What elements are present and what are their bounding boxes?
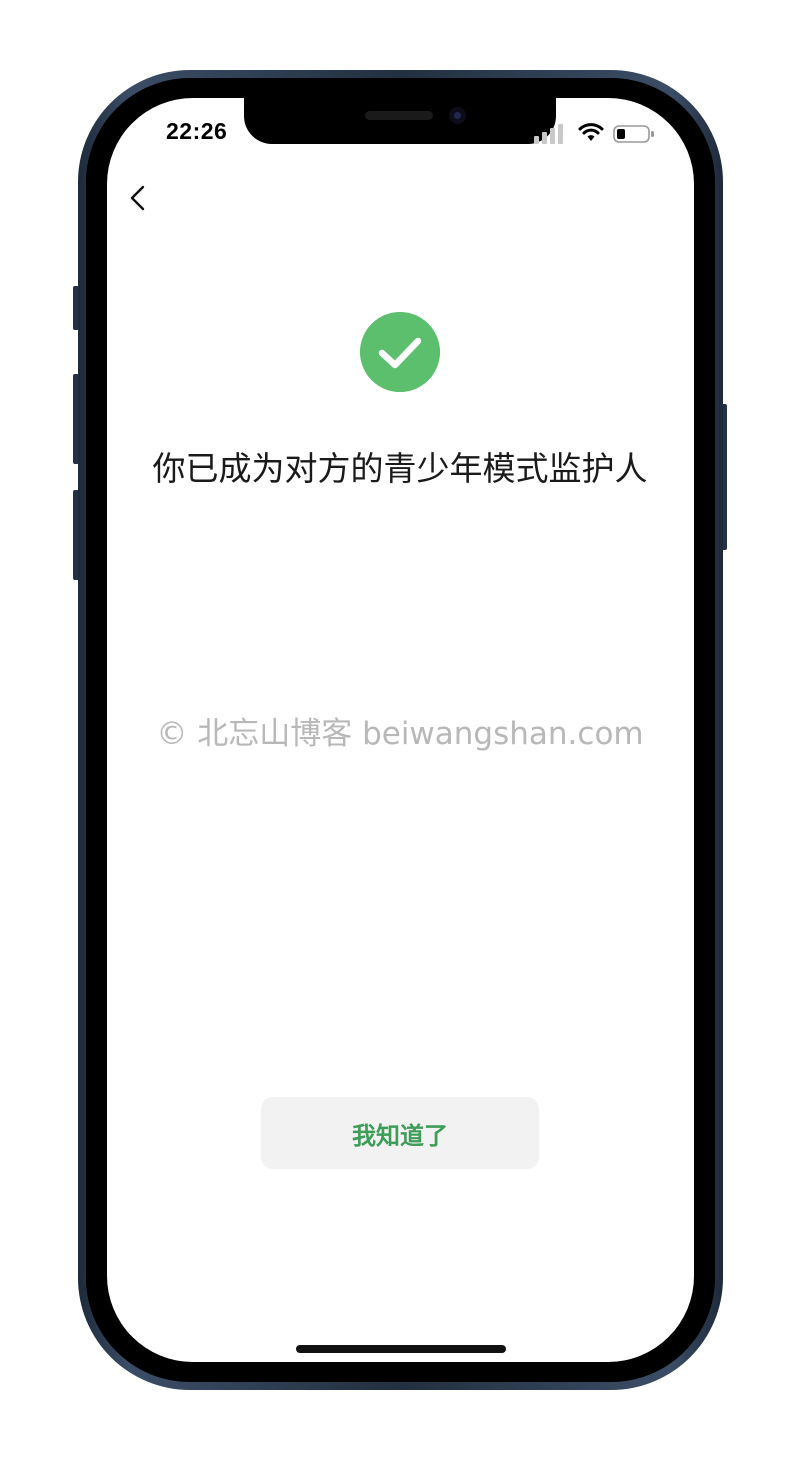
notch: [244, 98, 556, 144]
home-indicator[interactable]: [296, 1345, 506, 1353]
back-button[interactable]: [122, 180, 162, 220]
success-message: 你已成为对方的青少年模式监护人: [152, 449, 648, 488]
watermark-text: © 北忘山博客 beiwangshan.com: [156, 716, 644, 752]
battery-low-icon: [613, 125, 654, 143]
status-time: 22:26: [166, 118, 228, 144]
chevron-left-icon: [130, 185, 145, 211]
front-camera: [449, 107, 466, 124]
confirm-button[interactable]: 我知道了: [261, 1097, 539, 1169]
speaker-grille: [365, 111, 433, 120]
wifi-icon: [578, 123, 604, 141]
checkmark-circle-icon: [360, 312, 440, 392]
cellular-signal-icon: [534, 124, 563, 144]
